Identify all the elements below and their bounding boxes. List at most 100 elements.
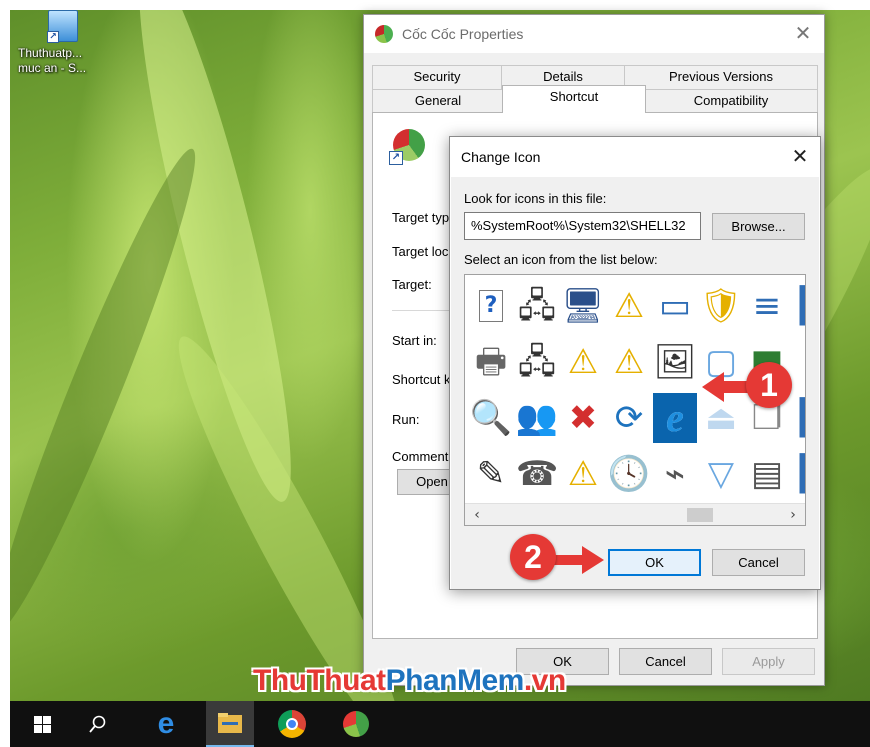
desktop-shortcut-label-line2: muc an - S...: [18, 61, 87, 75]
document-icon[interactable]: ▯: [791, 337, 805, 387]
scrollbar-thumb[interactable]: [687, 508, 713, 522]
filter-icon[interactable]: ≡: [745, 281, 789, 331]
warning-icon-glyph: ⚠: [567, 454, 599, 494]
help-icon[interactable]: ?: [469, 281, 513, 331]
desktop-shortcut-label-line1: Thuthuatp...: [18, 46, 83, 60]
internet-explorer-icon[interactable]: e: [653, 393, 697, 443]
warning-icon[interactable]: ⚠: [607, 337, 651, 387]
shield-warning-icon-glyph: 🛡: [699, 286, 743, 326]
warning-icon[interactable]: ⚠: [561, 337, 605, 387]
scroll-right-icon[interactable]: ›: [785, 506, 801, 524]
apply-button[interactable]: Apply: [722, 648, 815, 675]
dropdown-icon-glyph: ▽: [707, 454, 735, 494]
cancel-button[interactable]: Cancel: [619, 648, 712, 675]
taskbar-coccoc[interactable]: [332, 701, 380, 747]
network-edit-icon[interactable]: ✎: [469, 449, 513, 499]
photo-icon-glyph: 🖼: [653, 342, 697, 382]
taskbar-file-explorer[interactable]: [206, 701, 254, 747]
watermark-part2: PhanMem: [385, 664, 525, 697]
scroll-left-icon[interactable]: ‹: [469, 506, 485, 524]
target-location-label: Target loc: [392, 244, 449, 259]
users-icon[interactable]: 👥: [515, 393, 559, 443]
browse-button[interactable]: Browse...: [712, 213, 805, 240]
shield-warning-icon[interactable]: 🛡: [699, 281, 743, 331]
warning-icon-glyph: ⚠: [613, 286, 645, 326]
clock-icon[interactable]: 🕓: [607, 449, 651, 499]
tab-security[interactable]: Security: [372, 65, 502, 89]
taskbar-chrome[interactable]: [268, 701, 316, 747]
partial-icon[interactable]: ▌: [791, 281, 805, 331]
window-icon[interactable]: ▤: [745, 449, 789, 499]
folder-error-icon-glyph: ✖: [568, 398, 598, 438]
close-icon[interactable]: ✕: [786, 143, 814, 171]
coccoc-shortcut-icon: ↗: [389, 129, 425, 165]
warning-icon[interactable]: ⚠: [607, 281, 651, 331]
tab-shortcut[interactable]: Shortcut: [502, 85, 646, 113]
network-search-icon[interactable]: 🔍: [469, 393, 513, 443]
edge-icon: e: [157, 707, 175, 740]
partial-icon[interactable]: ▌: [791, 449, 805, 499]
change-icon-title: Change Icon: [461, 149, 541, 165]
start-button[interactable]: [18, 701, 66, 747]
computer-icon[interactable]: 🖥: [561, 281, 605, 331]
printer-icon[interactable]: 🖶: [469, 337, 513, 387]
monitor-icon[interactable]: ▭: [653, 281, 697, 331]
select-icon-label: Select an icon from the list below:: [464, 252, 658, 267]
properties-titlebar[interactable]: Cốc Cốc Properties ✕: [364, 15, 824, 53]
windows-logo-icon: [33, 715, 51, 733]
filter-icon-glyph: ≡: [752, 286, 782, 326]
run-label: Run:: [392, 412, 420, 427]
taskbar: e: [10, 701, 870, 747]
warning-icon-glyph: ⚠: [613, 342, 645, 382]
photo-icon[interactable]: 🖼: [653, 337, 697, 387]
dialog-cancel-button[interactable]: Cancel: [712, 549, 805, 576]
horizontal-scrollbar[interactable]: ‹ ›: [465, 503, 805, 525]
partial-icon-glyph: ▌: [800, 457, 805, 491]
shortcut-key-label: Shortcut k: [392, 372, 451, 387]
network-pc-icon-glyph: 🖧: [518, 342, 556, 382]
dialog-ok-button[interactable]: OK: [608, 549, 701, 576]
network-pc-icon[interactable]: 🖧: [515, 281, 559, 331]
coccoc-icon: [343, 711, 369, 737]
taskbar-edge[interactable]: e: [142, 701, 190, 747]
step-badge-2: 2: [510, 534, 556, 580]
dropdown-icon[interactable]: ▽: [699, 449, 743, 499]
step-badge-1: 1: [746, 362, 792, 408]
start-in-label: Start in:: [392, 333, 437, 348]
annotation-arrow-right: [550, 546, 604, 574]
search-button[interactable]: [74, 701, 122, 747]
close-icon[interactable]: ✕: [790, 21, 816, 47]
properties-tabs: Security Details Previous Versions Gener…: [372, 65, 818, 113]
network-pc-icon-glyph: 🖧: [518, 286, 556, 326]
tab-general[interactable]: General: [372, 89, 504, 113]
fax-icon-glyph: ☎: [515, 454, 559, 494]
fax-icon[interactable]: ☎: [515, 449, 559, 499]
tab-previous-versions[interactable]: Previous Versions: [624, 65, 818, 89]
desktop-shortcut[interactable]: ↗ Thuthuatp... muc an - S...: [18, 10, 108, 76]
monitor-icon-glyph: ▭: [658, 286, 692, 326]
network-edit-icon-glyph: ✎: [476, 454, 506, 494]
icon-file-path-input[interactable]: %SystemRoot%\System32\SHELL32: [464, 212, 701, 240]
computer-icon-glyph: 🖥: [561, 286, 605, 326]
coccoc-icon: [375, 25, 393, 43]
watermark-part1: ThuThuat: [253, 664, 386, 697]
folder-shortcut-icon: ↗: [47, 10, 78, 43]
folder-error-icon[interactable]: ✖: [561, 393, 605, 443]
warning-icon[interactable]: ⚠: [561, 449, 605, 499]
folder-icon: [218, 713, 242, 733]
eject-icon-glyph: ⏏: [704, 398, 738, 438]
network-pc-icon[interactable]: 🖧: [515, 337, 559, 387]
refresh-icon-glyph: ⟳: [614, 398, 644, 438]
users-icon-glyph: 👥: [515, 398, 559, 438]
search-icon: [89, 715, 106, 733]
look-for-label: Look for icons in this file:: [464, 191, 607, 206]
partial-icon[interactable]: ▌: [791, 393, 805, 443]
internet-explorer-icon-glyph: e: [666, 395, 684, 440]
tab-compatibility[interactable]: Compatibility: [644, 89, 818, 113]
refresh-icon[interactable]: ⟳: [607, 393, 651, 443]
partial-icon-glyph: ▌: [800, 289, 805, 323]
comment-label: Comment:: [392, 449, 452, 464]
properties-title: Cốc Cốc Properties: [402, 26, 524, 42]
usb-icon[interactable]: ⌁: [653, 449, 697, 499]
document-icon-glyph: ▯: [804, 345, 805, 379]
